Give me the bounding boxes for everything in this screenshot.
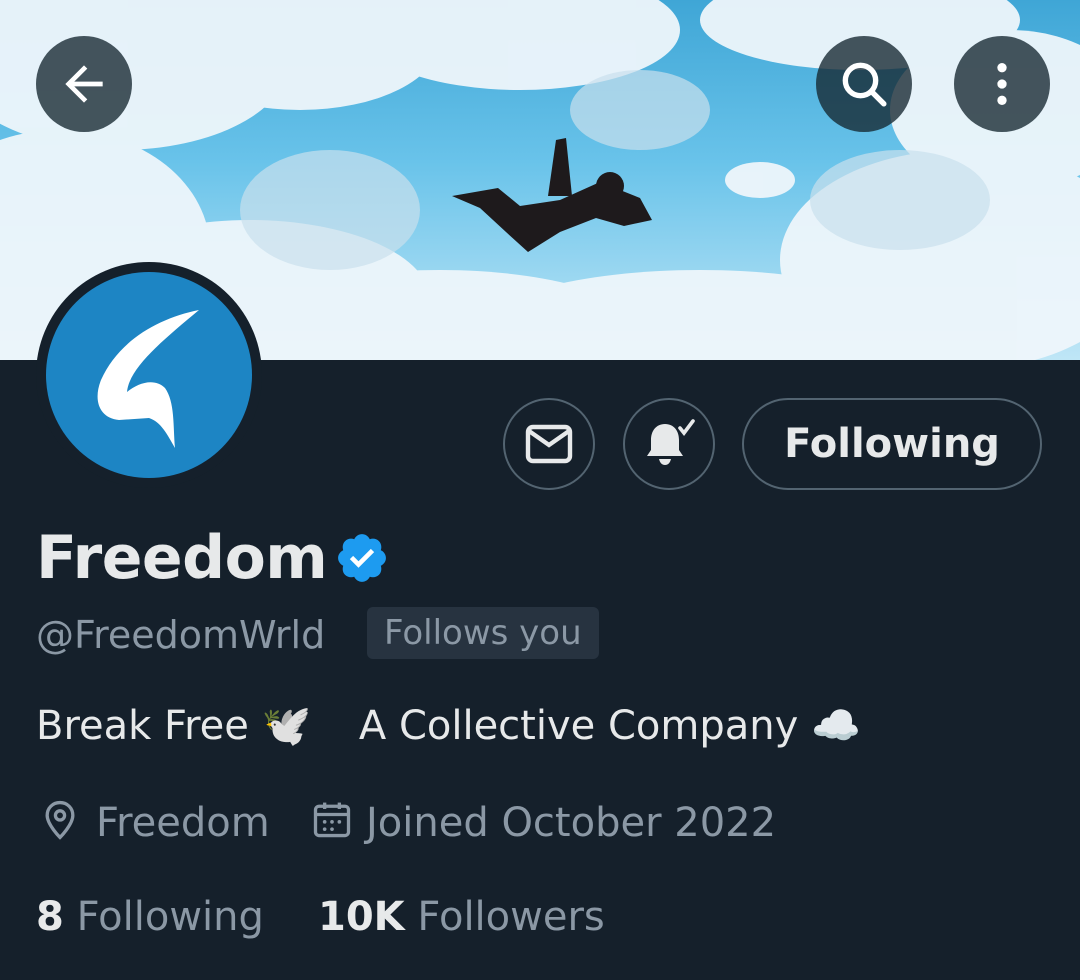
joined-date: Joined October 2022 — [366, 800, 777, 846]
bio-part1: Break Free 🕊️ — [36, 703, 312, 749]
display-name: Freedom — [36, 523, 328, 593]
location-text: Freedom — [96, 800, 270, 846]
freedom-logo-icon — [97, 310, 199, 448]
following-count: 8 — [36, 894, 64, 940]
avatar[interactable] — [46, 272, 252, 478]
follows-you-badge: Follows you — [367, 607, 599, 659]
more-options-button[interactable] — [954, 36, 1050, 132]
followers-label: Followers — [417, 894, 605, 940]
more-vertical-icon — [997, 63, 1007, 105]
skydiver-figure — [452, 138, 652, 252]
bio-part2: A Collective Company ☁️ — [358, 703, 861, 749]
arrow-left-icon — [65, 65, 103, 103]
verified-badge-icon[interactable] — [334, 530, 390, 586]
search-button[interactable] — [816, 36, 912, 132]
following-stat[interactable]: 8 Following — [36, 890, 264, 944]
avatar-container[interactable] — [36, 262, 262, 488]
bio: Break Free 🕊️ A Collective Company ☁️ — [36, 698, 861, 754]
followers-stat[interactable]: 10K Followers — [318, 890, 605, 944]
location-pin-icon — [45, 800, 75, 840]
mail-icon — [525, 424, 573, 464]
user-handle: @FreedomWrld — [36, 613, 326, 657]
search-icon — [842, 62, 887, 107]
bell-check-icon — [647, 419, 695, 465]
calendar-icon — [313, 802, 351, 838]
followers-count: 10K — [318, 894, 405, 940]
back-button[interactable] — [36, 36, 132, 132]
following-button[interactable]: Following — [742, 398, 1042, 490]
following-label: Following — [76, 894, 264, 940]
notifications-button[interactable] — [623, 398, 715, 490]
message-button[interactable] — [503, 398, 595, 490]
